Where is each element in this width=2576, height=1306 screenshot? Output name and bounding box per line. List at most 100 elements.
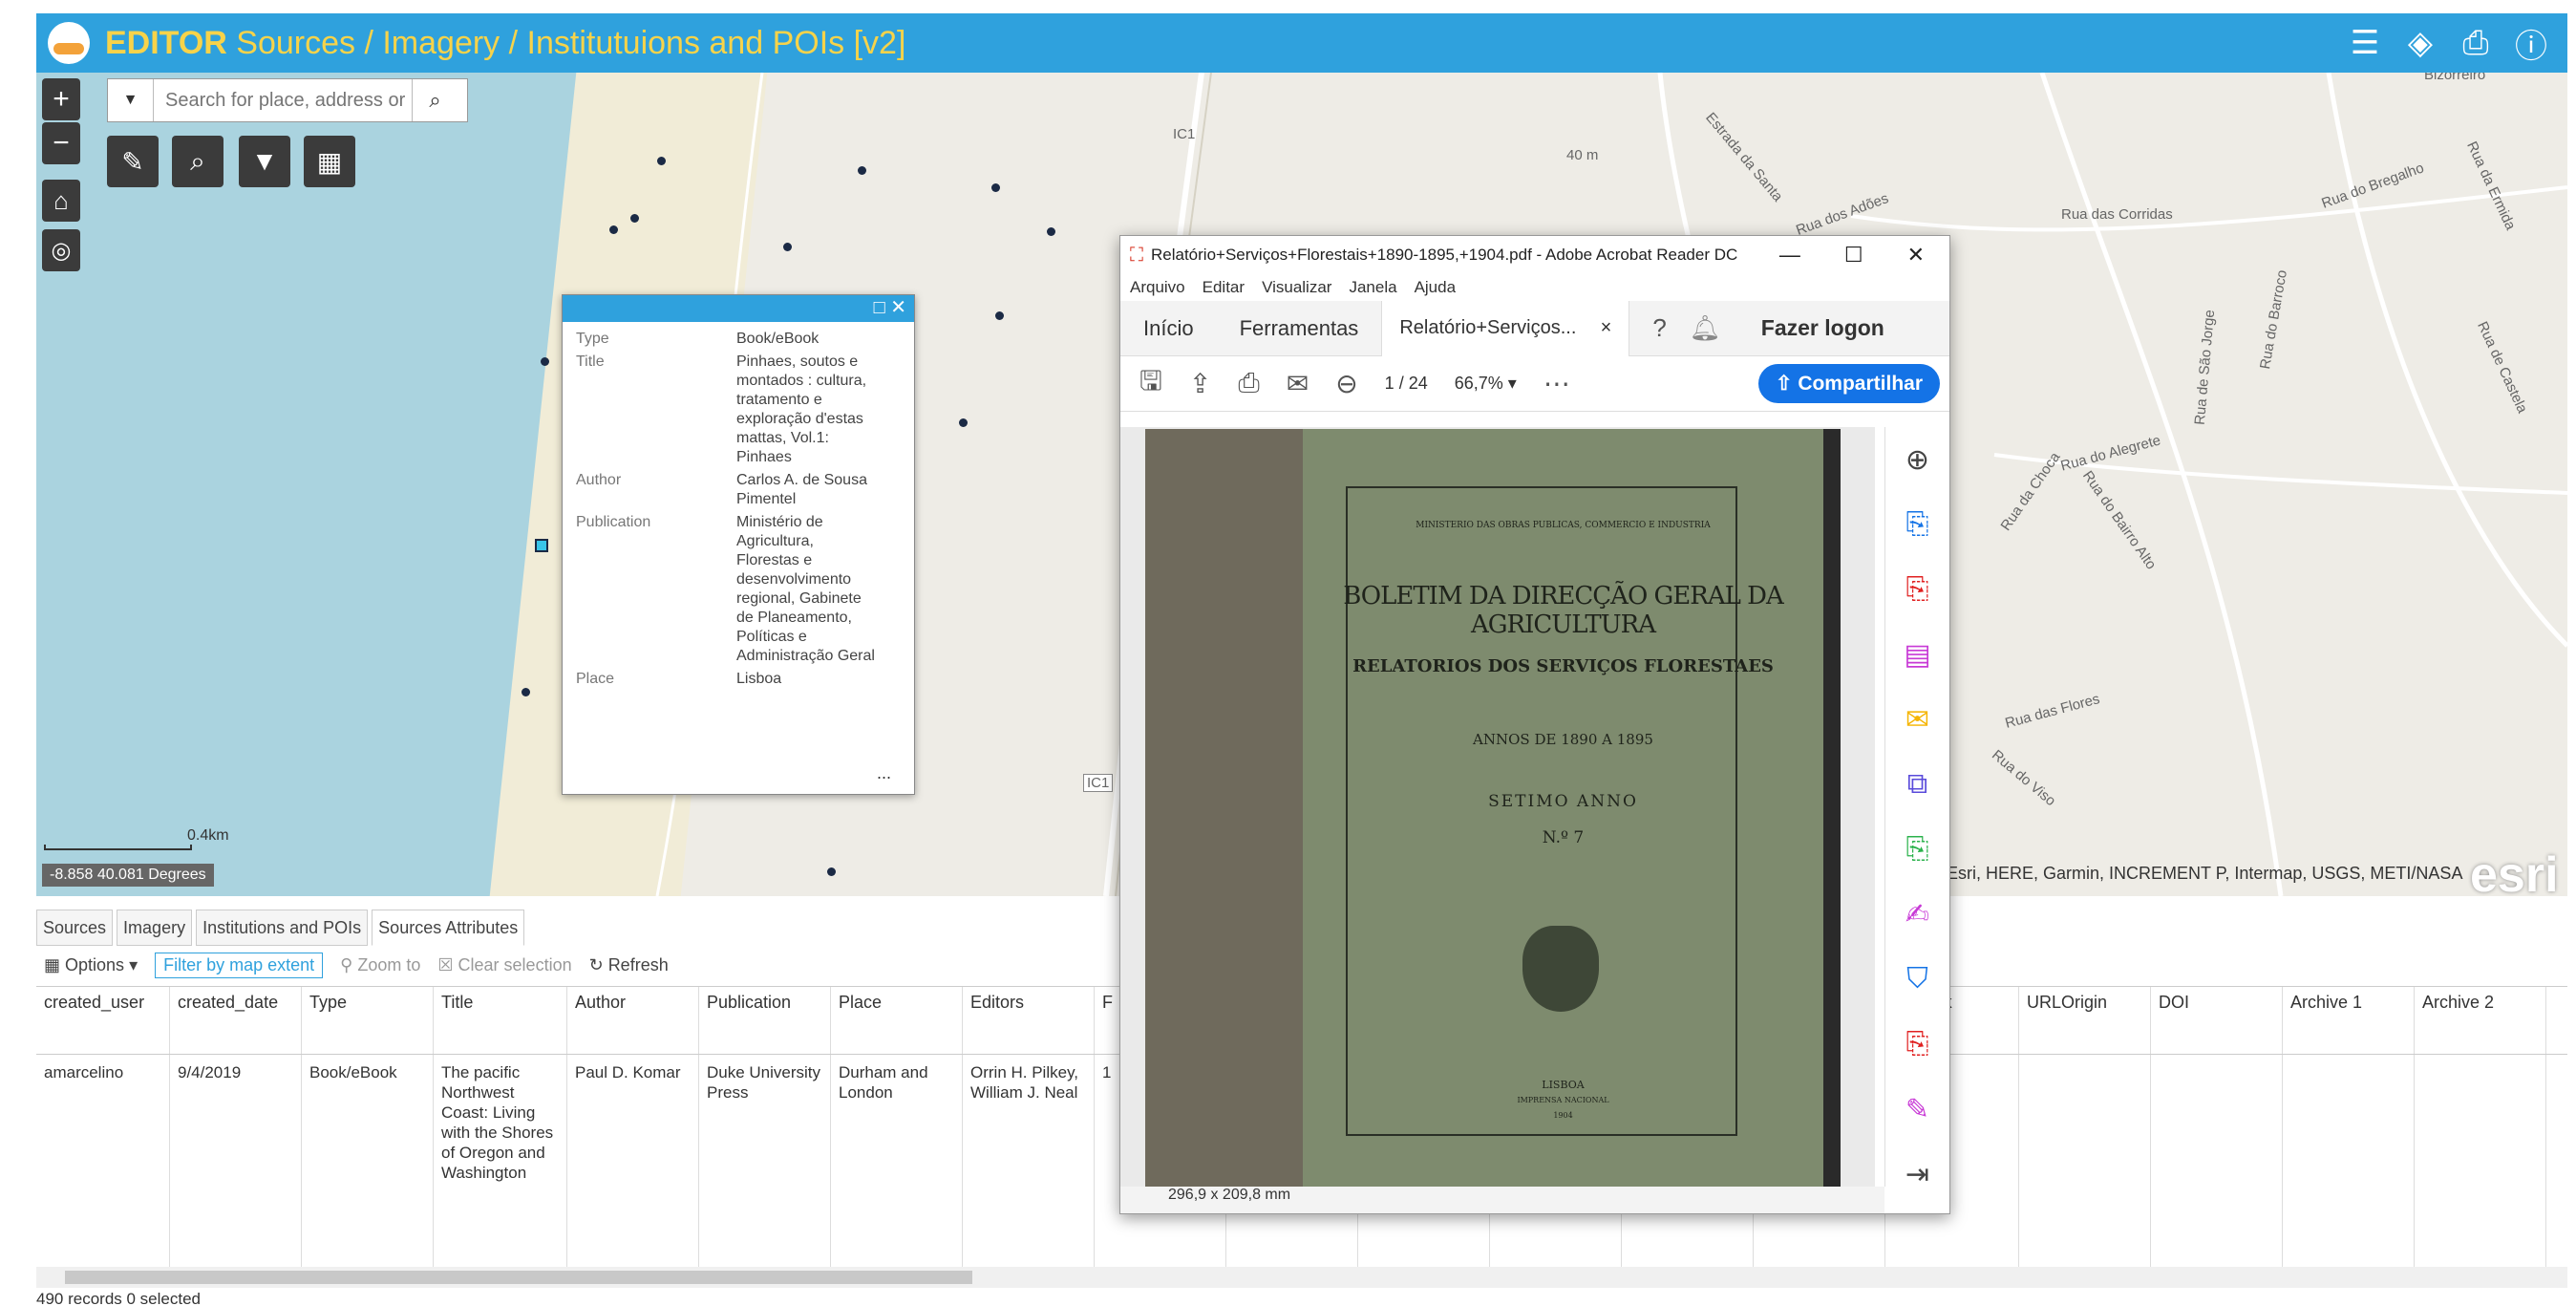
tab-institutions[interactable]: Institutions and POIs bbox=[196, 910, 369, 946]
maximize-icon[interactable]: ☐ bbox=[1844, 243, 1863, 268]
table-cell: The pacific Northwest Coast: Living with… bbox=[434, 1055, 567, 1267]
maximize-icon[interactable]: □ bbox=[874, 297, 885, 318]
create-pdf-icon[interactable]: ⎘ bbox=[1885, 557, 1949, 622]
search-source-dropdown[interactable]: ▼ bbox=[108, 79, 154, 121]
acrobat-titlebar: ⛶ Relatório+Serviços+Florestais+1890-189… bbox=[1120, 236, 1949, 274]
popup-content: Type Book/eBook Title Pinhaes, soutos e mo… bbox=[563, 322, 914, 763]
column-header[interactable]: Author bbox=[567, 987, 699, 1054]
tab-imagery[interactable]: Imagery bbox=[117, 910, 193, 946]
zoom-out-button[interactable]: − bbox=[42, 122, 80, 164]
bell-icon[interactable]: 🔔︎ bbox=[1690, 313, 1721, 343]
close-icon[interactable]: ✕ bbox=[1907, 243, 1925, 268]
home-button[interactable]: ⌂ bbox=[42, 180, 80, 222]
popup-field-value: Carlos A. de Sousa Pimentel bbox=[736, 472, 867, 507]
column-header[interactable]: Type bbox=[302, 987, 434, 1054]
help-icon[interactable]: ? bbox=[1652, 313, 1666, 343]
search-input[interactable] bbox=[154, 89, 412, 112]
road-shield: IC1 bbox=[1173, 126, 1196, 142]
poi-marker[interactable] bbox=[827, 867, 836, 876]
combine-files-icon[interactable]: ⧉ bbox=[1885, 752, 1949, 817]
zoom-in-button[interactable]: + bbox=[42, 78, 80, 120]
search-icon[interactable]: ⌕ bbox=[412, 79, 458, 121]
print-icon[interactable]: ⎙ bbox=[2455, 22, 2497, 64]
column-header[interactable]: Place bbox=[831, 987, 963, 1054]
popup-more-button[interactable]: ... bbox=[563, 763, 914, 783]
zoom-out-icon[interactable]: ⊖ bbox=[1335, 368, 1357, 399]
column-header[interactable]: Archive 1 bbox=[2283, 987, 2415, 1054]
comment-icon[interactable]: ✉︎ bbox=[1885, 687, 1949, 752]
column-header[interactable]: Archive 2 bbox=[2415, 987, 2546, 1054]
column-header[interactable]: URLOrigin bbox=[2019, 987, 2151, 1054]
selected-poi-marker[interactable] bbox=[535, 539, 548, 552]
info-icon[interactable]: ⓘ bbox=[2510, 22, 2552, 65]
tab-sources[interactable]: Sources bbox=[36, 910, 114, 946]
poi-marker[interactable] bbox=[995, 311, 1004, 320]
menu-visualizar[interactable]: Visualizar bbox=[1262, 278, 1331, 297]
menu-ajuda[interactable]: Ajuda bbox=[1415, 278, 1456, 297]
poi-marker[interactable] bbox=[959, 418, 968, 427]
zoom-in-icon[interactable]: ⊕ bbox=[1885, 427, 1949, 492]
poi-marker[interactable] bbox=[522, 688, 530, 696]
grid-tool-button[interactable]: ▦ bbox=[304, 136, 355, 187]
fill-sign-icon[interactable]: ✍︎ bbox=[1885, 882, 1949, 947]
horizontal-scrollbar[interactable] bbox=[36, 1267, 2567, 1288]
print-icon[interactable]: ⎙ bbox=[1238, 368, 1259, 399]
column-header[interactable]: Publication bbox=[699, 987, 831, 1054]
close-icon[interactable]: ✕ bbox=[890, 297, 906, 318]
protect-icon[interactable]: ⛉ bbox=[1885, 947, 1949, 1012]
more-icon[interactable]: ⋯ bbox=[1543, 368, 1570, 399]
menu-arquivo[interactable]: Arquivo bbox=[1130, 278, 1185, 297]
compress-icon[interactable]: ⎘ bbox=[1885, 817, 1949, 882]
organize-pages-icon[interactable]: ▤ bbox=[1885, 622, 1949, 687]
email-icon[interactable]: ✉︎ bbox=[1287, 368, 1309, 399]
collapse-sidebar-icon[interactable]: ⇥ bbox=[1885, 1142, 1949, 1207]
column-header[interactable]: created_date bbox=[170, 987, 302, 1054]
share-button[interactable]: ⇧ Compartilhar bbox=[1757, 364, 1940, 403]
menu-editar[interactable]: Editar bbox=[1203, 278, 1245, 297]
tab-document[interactable]: Relatório+Serviços... × bbox=[1381, 300, 1630, 356]
list-icon[interactable]: ☰ bbox=[2344, 22, 2386, 64]
sign-icon[interactable]: ✎ bbox=[1885, 1077, 1949, 1142]
pdf-tools-icon[interactable]: ⎘ bbox=[1885, 1012, 1949, 1077]
poi-marker[interactable] bbox=[657, 157, 666, 165]
poi-marker[interactable] bbox=[1047, 227, 1055, 236]
app-root: EDITOR Sources / Imagery / Institutuions… bbox=[0, 0, 2576, 1306]
query-tool-button[interactable]: ⌕ bbox=[172, 136, 224, 187]
filter-tool-button[interactable]: ▼ bbox=[239, 136, 290, 187]
column-header[interactable]: DOI bbox=[2151, 987, 2283, 1054]
refresh-button[interactable]: ↻ Refresh bbox=[589, 955, 669, 975]
poi-marker[interactable] bbox=[783, 243, 792, 251]
clear-selection-button[interactable]: ☒ Clear selection bbox=[437, 955, 571, 975]
page-input[interactable]: 1 / 24 bbox=[1385, 374, 1428, 394]
column-header[interactable]: created_user bbox=[36, 987, 170, 1054]
poi-marker[interactable] bbox=[858, 166, 866, 175]
poi-marker[interactable] bbox=[630, 214, 639, 223]
scale-bar: 0.4km bbox=[44, 827, 229, 850]
edit-tool-button[interactable]: ✎ bbox=[107, 136, 159, 187]
login-button[interactable]: Fazer logon bbox=[1761, 315, 1884, 341]
zoom-to-button[interactable]: ⚲ Zoom to bbox=[340, 955, 420, 975]
search-box[interactable]: ▼ ⌕ bbox=[107, 78, 468, 122]
upload-icon[interactable]: ⇪ bbox=[1189, 368, 1211, 399]
scrollbar-thumb[interactable] bbox=[65, 1271, 972, 1284]
layers-icon[interactable]: ◈ bbox=[2399, 22, 2441, 64]
poi-marker[interactable] bbox=[991, 183, 1000, 192]
column-header[interactable]: Editors bbox=[963, 987, 1095, 1054]
pdf-page-view[interactable]: MINISTERIO DAS OBRAS PUBLICAS, COMMERCIO… bbox=[1120, 427, 1875, 1188]
export-pdf-icon[interactable]: ⎘ bbox=[1885, 492, 1949, 557]
save-icon[interactable]: 🖫︎ bbox=[1139, 361, 1162, 407]
filter-by-extent-button[interactable]: Filter by map extent bbox=[155, 952, 324, 978]
tab-ferramentas[interactable]: Ferramentas bbox=[1217, 316, 1382, 341]
zoom-select[interactable]: 66,7% ▾ bbox=[1455, 374, 1517, 394]
tab-sources-attributes[interactable]: Sources Attributes bbox=[372, 910, 525, 946]
menu-janela[interactable]: Janela bbox=[1349, 278, 1396, 297]
poi-marker[interactable] bbox=[609, 225, 618, 234]
coordinate-readout[interactable]: -8.858 40.081 Degrees bbox=[42, 864, 214, 887]
minimize-icon[interactable]: — bbox=[1779, 243, 1800, 268]
close-tab-icon[interactable]: × bbox=[1601, 317, 1612, 339]
locate-button[interactable]: ◎ bbox=[42, 229, 80, 271]
column-header[interactable]: Title bbox=[434, 987, 567, 1054]
poi-marker[interactable] bbox=[541, 357, 549, 366]
options-menu[interactable]: ▦ Options ▾ bbox=[44, 955, 138, 975]
tab-inicio[interactable]: Início bbox=[1120, 316, 1217, 341]
